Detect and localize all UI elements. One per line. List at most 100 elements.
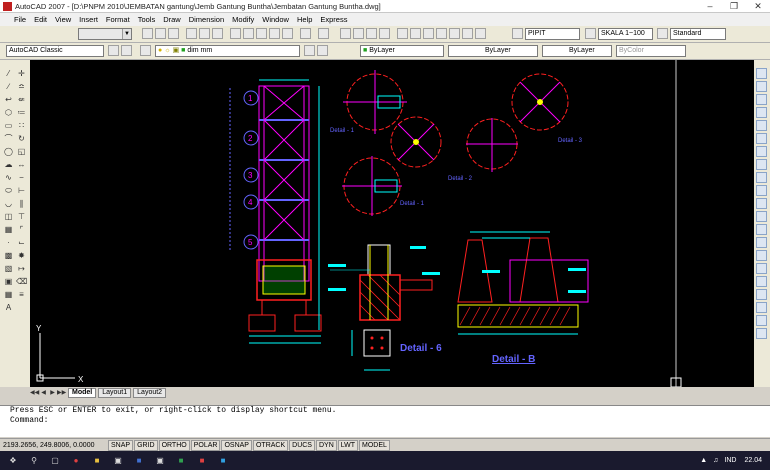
plot-icon[interactable] (186, 28, 197, 39)
close-button[interactable]: ✕ (746, 0, 770, 13)
network-icon[interactable]: ▲ (700, 457, 707, 464)
fillet-icon[interactable]: ⌙ (16, 237, 27, 248)
paste-icon[interactable] (256, 28, 267, 39)
point-icon[interactable]: · (3, 237, 14, 248)
calculator-icon[interactable] (462, 28, 473, 39)
lwt-toggle[interactable]: LWT (337, 439, 359, 451)
dim-angular-icon[interactable] (756, 315, 767, 326)
gradient-icon[interactable]: ▧ (3, 263, 14, 274)
trim-tool-icon[interactable] (756, 185, 767, 196)
offset-icon[interactable]: ≔ (16, 107, 27, 118)
ellipse-arc-icon[interactable]: ◡ (3, 198, 14, 209)
menu-tools[interactable]: Tools (138, 15, 156, 24)
arc-icon[interactable]: ⌒ (3, 133, 14, 144)
layer-select[interactable]: ● ☼ ▣ ■ dim mm (155, 45, 300, 57)
mirror-icon[interactable]: ⇍ (16, 94, 27, 105)
save-icon[interactable] (168, 28, 179, 39)
construction-line-icon[interactable]: ∕ (3, 81, 14, 92)
copy-icon[interactable] (243, 28, 254, 39)
join-tool-icon[interactable] (756, 224, 767, 235)
drawing-canvas[interactable]: 1 2 3 4 5 Detail - 1 Detail - 2 Detail -… (30, 60, 754, 387)
search-icon[interactable]: ⚲ (26, 454, 42, 467)
app-icon[interactable]: ▣ (152, 454, 168, 467)
text-style-select[interactable]: PIPIT (525, 28, 580, 40)
command-window[interactable]: Press ESC or ENTER to exit, or right-cli… (0, 405, 770, 437)
designcenter-icon[interactable] (410, 28, 421, 39)
lineweight-select[interactable]: ByLayer (542, 45, 612, 57)
sheetset-icon[interactable] (436, 28, 447, 39)
menu-view[interactable]: View (55, 15, 71, 24)
join-icon[interactable]: ⊤ (16, 211, 27, 222)
menu-edit[interactable]: Edit (34, 15, 47, 24)
menu-file[interactable]: File (14, 15, 26, 24)
restore-button[interactable]: ❐ (722, 0, 746, 13)
move-tool-icon[interactable] (756, 133, 767, 144)
line-icon[interactable]: ⁄ (3, 68, 14, 79)
next-tab-icon[interactable]: ▶ (48, 389, 57, 398)
revcloud-icon[interactable]: ☁ (3, 159, 14, 170)
toolpalettes-icon[interactable] (423, 28, 434, 39)
array-tool-icon[interactable] (756, 120, 767, 131)
hatch-icon[interactable]: ▩ (3, 250, 14, 261)
zoom-previous-icon[interactable] (379, 28, 390, 39)
scale-icon[interactable]: ◱ (16, 146, 27, 157)
tab-layout1[interactable]: Layout1 (98, 388, 132, 398)
plotstyle-select[interactable]: ByColor (616, 45, 686, 57)
snap-toggle[interactable]: SNAP (108, 439, 134, 451)
excel-icon[interactable]: ■ (173, 454, 189, 467)
fillet-tool-icon[interactable] (756, 250, 767, 261)
copy-object-icon[interactable]: ≏ (16, 81, 27, 92)
otrack-toggle[interactable]: OTRACK (252, 439, 289, 451)
ortho-toggle[interactable]: ORTHO (158, 439, 190, 451)
layer-manager-icon[interactable] (140, 45, 151, 56)
tab-model[interactable]: Model (68, 388, 97, 398)
table-style-select[interactable]: Standard (670, 28, 726, 40)
array-icon[interactable]: ∷ (16, 120, 27, 131)
workspace-select[interactable]: AutoCAD Classic (6, 45, 104, 57)
ducs-toggle[interactable]: DUCS (289, 439, 315, 451)
erase-icon[interactable] (756, 68, 767, 79)
chrome-icon[interactable]: ● (68, 454, 84, 467)
clock[interactable]: 22.04 (744, 457, 762, 464)
prev-tab-icon[interactable]: ◀ (39, 389, 48, 398)
explode-icon[interactable]: ✸ (16, 250, 27, 261)
task-view-icon[interactable]: ▢ (47, 454, 63, 467)
dim-linear-icon[interactable] (756, 276, 767, 287)
model-toggle[interactable]: MODEL (359, 439, 390, 451)
rectangle-icon[interactable]: ▭ (3, 120, 14, 131)
make-block-icon[interactable]: ▦ (3, 224, 14, 235)
menu-help[interactable]: Help (297, 15, 312, 24)
color-select[interactable]: ■ ByLayer (360, 45, 444, 57)
menu-draw[interactable]: Draw (163, 15, 181, 24)
windows-start-icon[interactable]: ❖ (5, 454, 21, 467)
word-icon[interactable]: ■ (131, 454, 147, 467)
spline-icon[interactable]: ∿ (3, 172, 14, 183)
explorer-icon[interactable]: ■ (89, 454, 105, 467)
store-icon[interactable]: ▣ (110, 454, 126, 467)
text-icon[interactable]: A (3, 302, 14, 313)
cut-icon[interactable] (230, 28, 241, 39)
blank-combo[interactable]: ▼ (78, 28, 132, 40)
dim-aligned-icon[interactable] (756, 289, 767, 300)
zoom-realtime-icon[interactable] (353, 28, 364, 39)
redo-icon[interactable] (318, 28, 329, 39)
scale-tool-icon[interactable] (756, 159, 767, 170)
autocad-taskbar-icon[interactable]: ■ (194, 454, 210, 467)
rotate-tool-icon[interactable] (756, 146, 767, 157)
dyn-toggle[interactable]: DYN (315, 439, 337, 451)
mirror-tool-icon[interactable] (756, 94, 767, 105)
menu-dimension[interactable]: Dimension (189, 15, 224, 24)
polar-toggle[interactable]: POLAR (190, 439, 221, 451)
break-tool-icon[interactable] (756, 211, 767, 222)
erase-icon[interactable]: ⌫ (16, 276, 27, 287)
undo-icon[interactable] (300, 28, 311, 39)
tab-layout2[interactable]: Layout2 (133, 388, 167, 398)
workspace-settings-icon[interactable] (108, 45, 119, 56)
trim-icon[interactable]: − (16, 172, 27, 183)
multiline-icon[interactable]: ≡ (16, 289, 27, 300)
menu-insert[interactable]: Insert (79, 15, 98, 24)
extend-tool-icon[interactable] (756, 198, 767, 209)
dim-radius-icon[interactable] (756, 302, 767, 313)
polyline-icon[interactable]: ↩ (3, 94, 14, 105)
rotate-icon[interactable]: ↻ (16, 133, 27, 144)
